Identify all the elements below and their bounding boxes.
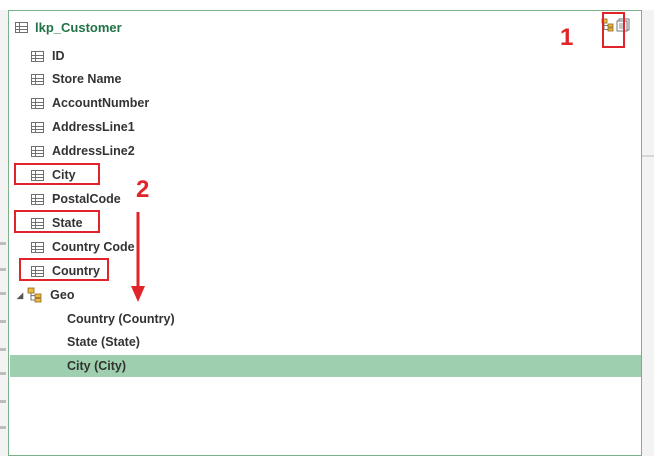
- expand-triangle-icon[interactable]: ◢: [17, 291, 23, 300]
- column-icon: [31, 73, 44, 85]
- column-icon: [31, 97, 44, 109]
- table-header[interactable]: lkp_Customer: [15, 17, 122, 37]
- level-label: City (City): [67, 359, 127, 373]
- callout-number-1: 1: [560, 24, 574, 51]
- highlight-box-create-hierarchy: [602, 12, 625, 48]
- highlight-box-state: [14, 210, 100, 233]
- highlight-box-city: [14, 163, 100, 185]
- column-icon: [31, 50, 44, 62]
- hierarchy-level-country[interactable]: Country (Country): [10, 308, 641, 330]
- field-store-name[interactable]: Store Name: [31, 69, 121, 89]
- field-address-line2[interactable]: AddressLine2: [31, 141, 135, 161]
- highlight-box-country: [19, 258, 109, 281]
- column-icon: [31, 145, 44, 157]
- field-label: AddressLine2: [52, 144, 135, 158]
- background-strip: [0, 0, 654, 10]
- hierarchy-icon: [27, 287, 42, 303]
- diagram-table-panel[interactable]: lkp_Customer ID Store Name AccountNumber…: [8, 10, 642, 456]
- column-icon: [31, 193, 44, 205]
- field-account-number[interactable]: AccountNumber: [31, 93, 149, 113]
- hierarchy-label: Geo: [50, 288, 75, 302]
- field-label: PostalCode: [52, 192, 121, 206]
- field-address-line1[interactable]: AddressLine1: [31, 117, 135, 137]
- background-divider: [642, 155, 654, 157]
- level-label: State (State): [67, 335, 140, 349]
- field-label: Store Name: [52, 72, 122, 86]
- level-label: Country (Country): [67, 312, 175, 326]
- hierarchy-level-city[interactable]: City (City): [10, 355, 641, 377]
- column-icon: [31, 121, 44, 133]
- field-label: ID: [52, 49, 65, 63]
- column-icon: [31, 241, 44, 253]
- field-label: AddressLine1: [52, 120, 135, 134]
- background-ghost-text: [0, 230, 8, 456]
- callout-number-2: 2: [136, 176, 150, 203]
- down-arrow-icon: [131, 212, 145, 302]
- field-label: Country Code: [52, 240, 135, 254]
- table-title: lkp_Customer: [35, 19, 122, 35]
- hierarchy-geo[interactable]: ◢ Geo: [17, 285, 74, 305]
- field-label: AccountNumber: [52, 96, 150, 110]
- field-country-code[interactable]: Country Code: [31, 237, 135, 257]
- table-icon: [15, 21, 28, 33]
- field-id[interactable]: ID: [31, 46, 65, 66]
- hierarchy-level-state[interactable]: State (State): [10, 331, 641, 353]
- field-postal-code[interactable]: PostalCode: [31, 189, 121, 209]
